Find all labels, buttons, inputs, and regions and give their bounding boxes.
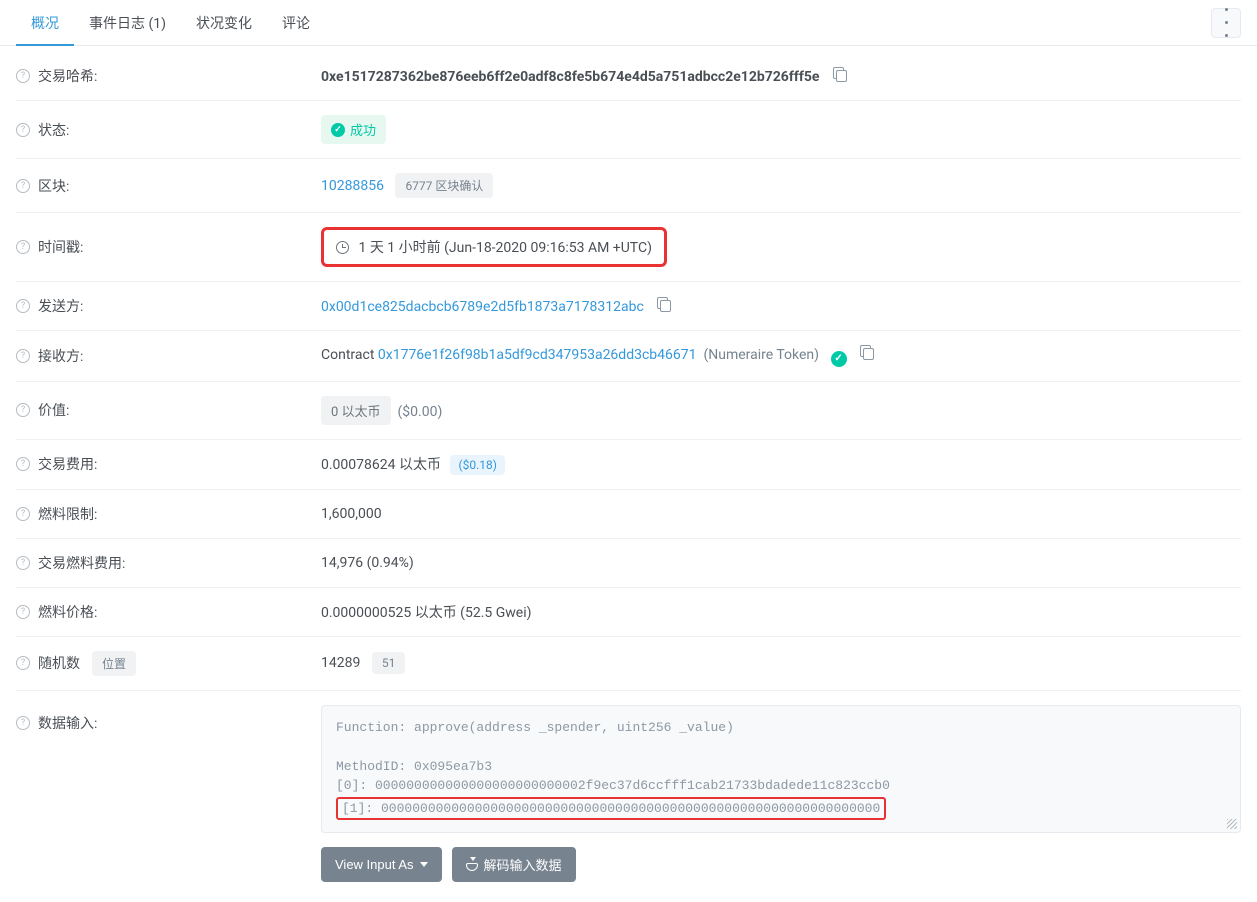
label-from: 发送方: [38, 296, 83, 316]
tab-overview[interactable]: 概况 [16, 0, 74, 46]
gasprice-value: 0.0000000525 以太币 (52.5 Gwei) [321, 602, 1241, 622]
label-timestamp: 时间戳: [38, 237, 83, 257]
check-icon: ✓ [331, 123, 345, 137]
row-status: ? 状态: ✓ 成功 [16, 101, 1241, 159]
row-timestamp: ? 时间戳: 1 天 1 小时前 (Jun-18-2020 09:16:53 A… [16, 213, 1241, 282]
label-status: 状态: [38, 120, 69, 140]
status-badge: ✓ 成功 [321, 115, 386, 144]
from-address-link[interactable]: 0x00d1ce825dacbcb6789e2d5fb1873a7178312a… [321, 299, 644, 315]
input-line-param1-highlight: [1]: 00000000000000000000000000000000000… [336, 797, 886, 821]
clock-icon [336, 241, 349, 254]
view-input-label: View Input As [335, 857, 414, 872]
to-prefix: Contract [321, 347, 374, 363]
timestamp-highlight: 1 天 1 小时前 (Jun-18-2020 09:16:53 AM +UTC) [321, 227, 667, 267]
resize-handle[interactable] [1227, 819, 1237, 829]
timestamp-value: 1 天 1 小时前 (Jun-18-2020 09:16:53 AM +UTC) [358, 240, 651, 256]
label-gasprice: 燃料价格: [38, 602, 97, 622]
label-txfee: 交易费用: [38, 454, 97, 474]
gasused-value: 14,976 (0.94%) [321, 555, 1241, 571]
value-amount: 0 以太币 [321, 396, 391, 425]
row-to: ? 接收方: Contract 0x1776e1f26f98b1a5df9cd3… [16, 331, 1241, 382]
txhash-value: 0xe1517287362be876eeb6ff2e0adf8c8fe5b674… [321, 69, 819, 85]
input-line-param1: [1]: 00000000000000000000000000000000000… [342, 801, 880, 816]
label-inputdata: 数据输入: [38, 713, 97, 733]
decode-input-button[interactable]: 解码输入数据 [452, 847, 576, 882]
transaction-detail: ? 交易哈希: 0xe1517287362be876eeb6ff2e0adf8c… [0, 46, 1257, 902]
input-data-textarea[interactable]: Function: approve(address _spender, uint… [321, 705, 1241, 834]
row-gaslimit: ? 燃料限制: 1,600,000 [16, 490, 1241, 539]
input-line-methodid: MethodID: 0x095ea7b3 [336, 757, 1226, 777]
label-to: 接收方: [38, 346, 83, 366]
help-icon[interactable]: ? [16, 403, 30, 417]
input-line-function: Function: approve(address _spender, uint… [336, 718, 1226, 738]
row-nonce: ? 随机数 位置 14289 51 [16, 637, 1241, 691]
value-usd: ($0.00) [397, 404, 442, 420]
help-icon[interactable]: ? [16, 656, 30, 670]
block-link[interactable]: 10288856 [321, 178, 384, 194]
row-gasused: ? 交易燃料费用: 14,976 (0.94%) [16, 539, 1241, 588]
label-nonce: 随机数 [38, 653, 80, 673]
label-value: 价值: [38, 400, 69, 420]
decode-icon [466, 859, 478, 871]
row-inputdata: ? 数据输入: Function: approve(address _spend… [16, 691, 1241, 897]
chevron-down-icon [420, 862, 428, 867]
row-txfee: ? 交易费用: 0.00078624 以太币 ($0.18) [16, 440, 1241, 490]
row-value: ? 价值: 0 以太币 ($0.00) [16, 382, 1241, 440]
view-input-as-button[interactable]: View Input As [321, 847, 442, 882]
tab-event-log[interactable]: 事件日志 (1) [74, 0, 181, 46]
txfee-value: 0.00078624 以太币 [321, 457, 441, 473]
help-icon[interactable]: ? [16, 605, 30, 619]
copy-icon[interactable] [657, 297, 671, 311]
input-line-param0: [0]: 000000000000000000000000002f9ec37d6… [336, 776, 1226, 796]
nonce-value: 14289 [321, 655, 360, 671]
label-block: 区块: [38, 176, 69, 196]
help-icon[interactable]: ? [16, 507, 30, 521]
to-address-link[interactable]: 0x1776e1f26f98b1a5df9cd347953a26dd3cb466… [378, 347, 697, 363]
tab-comments[interactable]: 评论 [267, 0, 325, 46]
help-icon[interactable]: ? [16, 457, 30, 471]
help-icon[interactable]: ? [16, 240, 30, 254]
txfee-usd: ($0.18) [450, 455, 504, 475]
row-gasprice: ? 燃料价格: 0.0000000525 以太币 (52.5 Gwei) [16, 588, 1241, 637]
more-menu-button[interactable] [1211, 8, 1241, 38]
copy-icon[interactable] [860, 345, 874, 359]
help-icon[interactable]: ? [16, 69, 30, 83]
help-icon[interactable]: ? [16, 179, 30, 193]
label-gasused: 交易燃料费用: [38, 553, 125, 573]
to-contract-name: (Numeraire Token) [703, 347, 819, 363]
row-block: ? 区块: 10288856 6777 区块确认 [16, 159, 1241, 213]
status-text: 成功 [350, 120, 376, 139]
copy-icon[interactable] [833, 67, 847, 81]
help-icon[interactable]: ? [16, 349, 30, 363]
decode-label: 解码输入数据 [484, 855, 562, 874]
row-from: ? 发送方: 0x00d1ce825dacbcb6789e2d5fb1873a7… [16, 282, 1241, 331]
nonce-position-label: 位置 [92, 651, 136, 676]
help-icon[interactable]: ? [16, 299, 30, 313]
verified-icon: ✓ [831, 351, 847, 367]
help-icon[interactable]: ? [16, 716, 30, 730]
tab-state-changes[interactable]: 状况变化 [181, 0, 267, 46]
nonce-position-value: 51 [372, 652, 406, 674]
row-txhash: ? 交易哈希: 0xe1517287362be876eeb6ff2e0adf8c… [16, 52, 1241, 101]
tabs-bar: 概况 事件日志 (1) 状况变化 评论 [0, 0, 1257, 46]
help-icon[interactable]: ? [16, 123, 30, 137]
help-icon[interactable]: ? [16, 556, 30, 570]
block-confirmations: 6777 区块确认 [395, 173, 493, 198]
label-gaslimit: 燃料限制: [38, 504, 97, 524]
label-txhash: 交易哈希: [38, 66, 97, 86]
gaslimit-value: 1,600,000 [321, 506, 1241, 522]
